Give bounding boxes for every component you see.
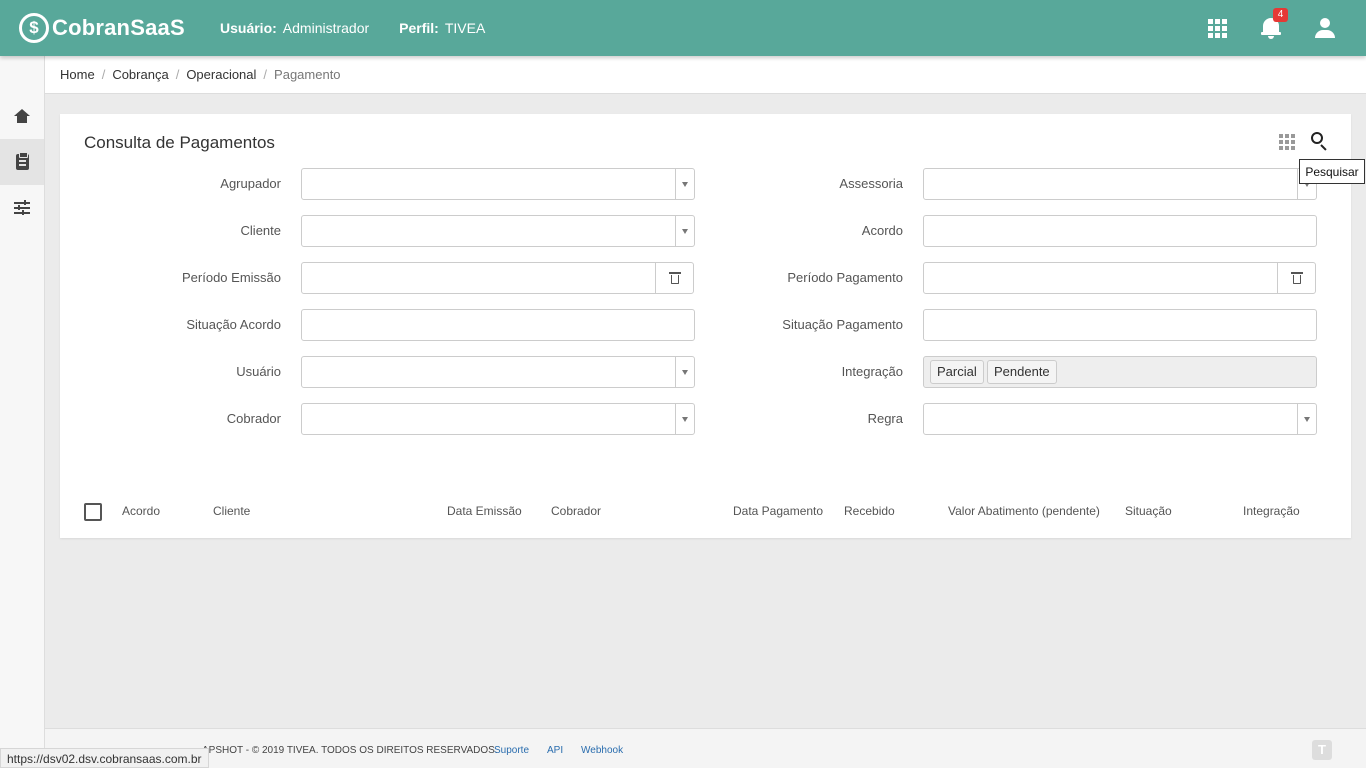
top-header: $ CobranSaaS Usuário: Administrador Perf… [0,0,1366,56]
cliente-select[interactable] [301,215,695,247]
usuario-select[interactable] [301,356,695,388]
agrupador-label: Agrupador [220,176,281,191]
header-actions: 4 [1190,0,1366,56]
periodo-pagamento-field[interactable] [923,262,1316,294]
dropdown-arrow-icon [675,216,694,246]
sidebar-item-home[interactable] [0,93,44,139]
situacao-pagamento-field[interactable] [923,309,1317,341]
breadcrumb-operacional[interactable]: Operacional [186,67,256,82]
periodo-emissao-field[interactable] [301,262,694,294]
user-info: Usuário: Administrador [220,20,369,36]
search-tooltip: Pesquisar [1299,159,1365,184]
periodo-pagamento-label: Período Pagamento [787,270,903,285]
select-all-checkbox[interactable] [84,503,102,521]
columns-grid-icon[interactable] [1279,134,1295,150]
dollar-logo-icon: $ [19,13,49,43]
dropdown-arrow-icon [1297,404,1316,434]
col-data-emissao[interactable]: Data Emissão [447,504,522,518]
footer-link-api[interactable]: API [547,745,563,756]
acordo-label: Acordo [861,223,903,238]
breadcrumb-pagamento: Pagamento [274,67,341,82]
notifications-button[interactable]: 4 [1244,0,1298,56]
user-value: Administrador [282,20,370,36]
apps-button[interactable] [1190,0,1244,56]
col-acordo[interactable]: Acordo [122,504,160,518]
status-bar-url: https://dsv02.dsv.cobransaas.com.br [0,748,209,768]
sidebar-item-cobranca[interactable] [0,139,44,185]
col-valor-abatimento[interactable]: Valor Abatimento (pendente) [948,504,1100,518]
page-title: Consulta de Pagamentos [84,133,275,152]
person-icon [1315,18,1335,38]
tag-pendente[interactable]: Pendente [987,360,1057,384]
acordo-field[interactable] [923,215,1317,247]
footer: APSHOT - © 2019 TIVEA. TODOS OS DIREITOS… [45,728,1366,768]
footer-copyright: APSHOT - © 2019 TIVEA. TODOS OS DIREITOS… [202,745,498,756]
cliente-label: Cliente [240,223,281,238]
integracao-label: Integração [841,364,903,379]
situacao-acordo-label: Situação Acordo [186,317,281,332]
cobrador-select[interactable] [301,403,695,435]
clear-periodo-emissao-button[interactable] [655,263,693,293]
col-recebido[interactable]: Recebido [844,504,895,518]
col-integracao[interactable]: Integração [1243,504,1300,518]
user-label: Usuário: [220,20,277,36]
clipboard-icon [15,152,29,170]
col-cobrador[interactable]: Cobrador [551,504,601,518]
footer-link-webhook[interactable]: Webhook [581,745,623,756]
logo-text: CobranSaaS [52,15,185,40]
profile-value: TIVEA [444,20,486,36]
app-logo[interactable]: $ CobranSaaS [19,13,199,43]
dropdown-arrow-icon [675,404,694,434]
breadcrumb-home[interactable]: Home [60,67,95,82]
breadcrumb-separator: / [101,67,106,82]
tag-parcial[interactable]: Parcial [930,360,984,384]
breadcrumb-separator: / [263,67,268,82]
profile-info: Perfil: TIVEA [399,20,485,36]
col-situacao[interactable]: Situação [1125,504,1172,518]
tune-icon [14,200,30,215]
situacao-acordo-field[interactable] [301,309,695,341]
profile-label: Perfil: [399,20,439,36]
regra-select[interactable] [923,403,1317,435]
dropdown-arrow-icon [675,357,694,387]
dropdown-arrow-icon [675,169,694,199]
periodo-emissao-label: Período Emissão [182,270,281,285]
footer-logo-icon: T [1312,740,1332,760]
notification-badge: 4 [1273,8,1288,22]
assessoria-label: Assessoria [839,176,903,191]
clear-periodo-pagamento-button[interactable] [1277,263,1315,293]
sidebar [0,56,45,768]
trash-icon [1290,272,1303,284]
home-icon [14,109,30,123]
apps-grid-icon [1207,18,1227,38]
user-menu-button[interactable] [1298,0,1352,56]
footer-link-suporte[interactable]: Suporte [494,745,529,756]
breadcrumb: Home / Cobrança / Operacional / Pagament… [45,56,1366,94]
breadcrumb-separator: / [175,67,180,82]
agrupador-select[interactable] [301,168,695,200]
trash-icon [668,272,681,284]
search-icon[interactable] [1311,132,1329,151]
payments-query-card: Consulta de Pagamentos Agrupador Cliente… [60,114,1351,538]
situacao-pagamento-label: Situação Pagamento [782,317,903,332]
regra-label: Regra [867,411,903,426]
assessoria-select[interactable] [923,168,1317,200]
usuario-label: Usuário [236,364,281,379]
sidebar-item-settings[interactable] [0,185,44,231]
integracao-tags-field[interactable]: Parcial Pendente [923,356,1317,388]
col-cliente[interactable]: Cliente [213,504,250,518]
cobrador-label: Cobrador [226,411,281,426]
breadcrumb-cobranca[interactable]: Cobrança [112,67,168,82]
col-data-pagamento[interactable]: Data Pagamento [733,504,823,518]
